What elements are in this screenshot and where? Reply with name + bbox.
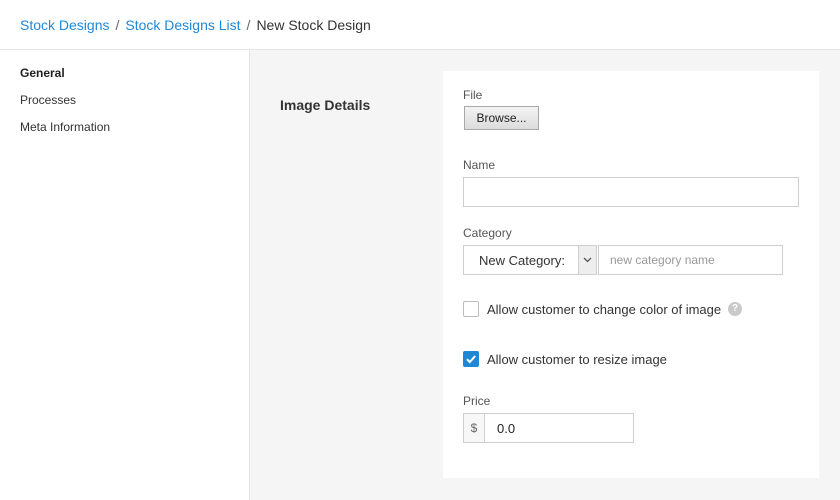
chevron-down-icon <box>578 246 596 274</box>
new-category-input[interactable] <box>598 245 783 275</box>
help-icon[interactable]: ? <box>728 302 742 316</box>
allow-color-checkbox[interactable] <box>463 301 479 317</box>
breadcrumb-separator: / <box>246 17 251 33</box>
file-label: File <box>463 88 483 102</box>
checkmark-icon <box>466 355 476 364</box>
form-panel: File Browse... Name Category New Categor… <box>443 71 819 478</box>
category-label: Category <box>463 226 512 240</box>
name-label: Name <box>463 158 496 172</box>
breadcrumb-stock-designs-list[interactable]: Stock Designs List <box>125 17 240 33</box>
breadcrumb: Stock Designs / Stock Designs List / New Sto… <box>20 17 371 33</box>
price-field: $ <box>463 413 634 443</box>
sidebar-item-processes[interactable]: Processes <box>20 93 76 107</box>
category-select-value: New Category: <box>479 253 565 268</box>
breadcrumb-stock-designs[interactable]: Stock Designs <box>20 17 109 33</box>
sidebar: General Processes Meta Information <box>0 50 250 500</box>
price-label: Price <box>463 394 491 408</box>
allow-resize-checkbox[interactable] <box>463 351 479 367</box>
allow-color-label: Allow customer to change color of image <box>487 302 722 317</box>
allow-resize-label: Allow customer to resize image <box>487 352 667 367</box>
section-title: Image Details <box>280 97 371 113</box>
name-input[interactable] <box>463 177 799 207</box>
price-input[interactable] <box>486 414 633 442</box>
currency-symbol: $ <box>464 414 485 442</box>
main-content: Image Details File Browse... Name Catego… <box>250 50 840 500</box>
category-select[interactable]: New Category: <box>463 245 597 275</box>
sidebar-item-general[interactable]: General <box>20 66 65 80</box>
sidebar-item-meta-information[interactable]: Meta Information <box>20 120 110 134</box>
breadcrumb-current: New Stock Design <box>256 17 371 33</box>
browse-button[interactable]: Browse... <box>464 106 539 130</box>
breadcrumb-separator: / <box>115 17 120 33</box>
top-bar: Stock Designs / Stock Designs List / New Sto… <box>0 0 840 50</box>
